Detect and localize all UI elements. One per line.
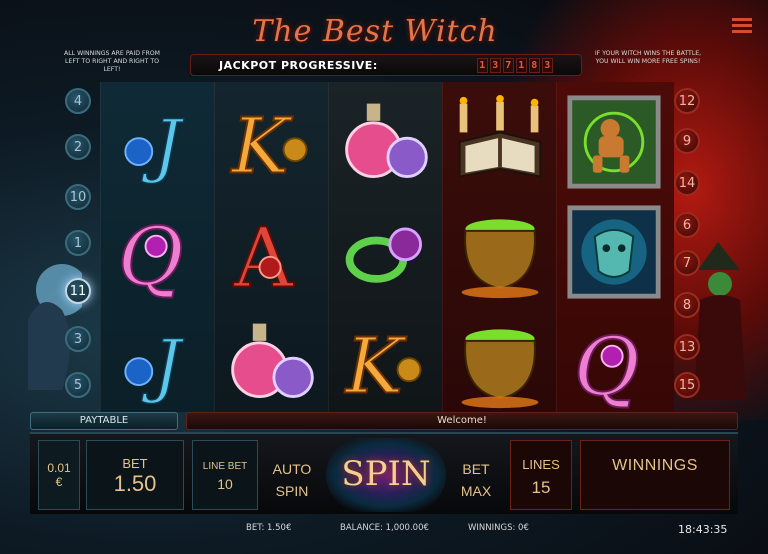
auto-spin-button[interactable]: AUTO SPIN: [266, 440, 318, 510]
rules-note-right: If your witch wins the battle, you will …: [594, 50, 702, 65]
reel-5: Q: [556, 82, 674, 412]
symbol-blue-j: J: [101, 307, 215, 417]
status-message: Welcome!: [186, 412, 738, 430]
payline-badge-right[interactable]: 15: [674, 372, 700, 398]
payline-badge-right[interactable]: 12: [674, 88, 700, 114]
line-bet-value: 10: [217, 476, 233, 492]
lines-label: LINES: [522, 457, 560, 472]
auto-spin-label-2: SPIN: [275, 483, 309, 499]
symbol-voodoo-doll: [557, 87, 671, 197]
spin-button[interactable]: SPIN: [326, 438, 446, 512]
game-title: The Best Witch: [252, 14, 498, 49]
payline-badge-left[interactable]: 5: [65, 372, 91, 398]
bet-display: BET 1.50: [86, 440, 184, 510]
reel-3: K: [328, 82, 446, 412]
jackpot-digit: 1: [477, 57, 488, 73]
bet-label: BET: [122, 456, 148, 471]
payline-badge-right[interactable]: 8: [674, 292, 700, 318]
line-bet-label: LINE BET: [202, 461, 248, 472]
payline-badge-right[interactable]: 13: [674, 334, 700, 360]
footer-winnings: WINNINGS: 0€: [468, 523, 529, 533]
symbol-blue-j: J: [101, 87, 215, 197]
payline-badge-left[interactable]: 10: [65, 184, 91, 210]
payline-badge-right[interactable]: 6: [674, 212, 700, 238]
jackpot-digit: 3: [542, 57, 553, 73]
winnings-label: WINNINGS: [612, 457, 698, 474]
winnings-display: WINNINGS: [580, 440, 730, 510]
payline-badge-left[interactable]: 1: [65, 230, 91, 256]
payline-badge-right[interactable]: 7: [674, 250, 700, 276]
payline-badge-left[interactable]: 11: [65, 278, 91, 304]
reel-area: J Q J K A: [100, 82, 674, 412]
lines-selector[interactable]: LINES 15: [510, 440, 572, 510]
symbol-gold-k: K: [215, 87, 329, 197]
svg-text:A: A: [233, 211, 295, 300]
jackpot-bar: JACKPOT PROGRESSIVE: 1 3 7 1 8 3: [190, 54, 582, 76]
jackpot-digit: 1: [516, 57, 527, 73]
symbol-magic-ring: [329, 197, 443, 307]
menu-icon[interactable]: [732, 18, 752, 34]
symbol-pink-q: Q: [557, 307, 671, 417]
coin-value-selector[interactable]: 0.01 €: [38, 440, 80, 510]
reel-2: K A: [214, 82, 332, 412]
jackpot-label: JACKPOT PROGRESSIVE:: [219, 58, 378, 72]
jackpot-digit: 8: [529, 57, 540, 73]
symbol-pink-q: Q: [101, 197, 215, 307]
payline-badge-left[interactable]: 4: [65, 88, 91, 114]
spin-label: SPIN: [341, 454, 431, 494]
bet-value: 1.50: [113, 471, 157, 496]
jackpot-digit: 3: [490, 57, 501, 73]
symbol-blue-mask: [557, 197, 671, 307]
symbol-potion-bottles: [215, 307, 329, 417]
coin-currency: €: [55, 475, 63, 489]
reel-1: J Q J: [100, 82, 218, 412]
jackpot-digit: 7: [503, 57, 514, 73]
payline-badge-right[interactable]: 9: [674, 128, 700, 154]
payline-badge-left[interactable]: 3: [65, 326, 91, 352]
bet-max-button[interactable]: BET MAX: [450, 440, 502, 510]
paytable-button[interactable]: PAYTABLE: [30, 412, 178, 430]
bet-max-label-1: BET: [462, 461, 490, 477]
symbol-bubbling-cauldron: [443, 197, 557, 307]
payline-badge-left[interactable]: 2: [65, 134, 91, 160]
footer-balance: BALANCE: 1,000.00€: [340, 523, 429, 533]
auto-spin-label-1: AUTO: [272, 461, 312, 477]
jackpot-counter: 1 3 7 1 8 3: [477, 57, 553, 73]
status-footer: BET: 1.50€ BALANCE: 1,000.00€ WINNINGS: …: [0, 518, 768, 540]
symbol-red-a: A: [215, 197, 329, 307]
symbol-gold-k: K: [329, 307, 443, 417]
payline-badge-right[interactable]: 14: [674, 170, 700, 196]
bet-max-label-2: MAX: [460, 483, 492, 499]
symbol-potion-bottles: [329, 87, 443, 197]
line-bet-selector[interactable]: LINE BET 10: [192, 440, 258, 510]
game-stage: The Best Witch All winnings are paid fro…: [0, 0, 768, 554]
symbol-spell-book-candles: [443, 87, 557, 197]
clock: 18:43:35: [678, 523, 728, 536]
coin-value: 0.01: [47, 461, 71, 475]
reel-4: [442, 82, 560, 412]
control-panel: 0.01 € BET 1.50 LINE BET 10 AUTO SPIN SP…: [30, 432, 738, 514]
footer-bet: BET: 1.50€: [246, 523, 292, 533]
rules-note-left: All winnings are paid from left to right…: [63, 50, 161, 73]
lines-value: 15: [531, 478, 551, 497]
info-bar: PAYTABLE Welcome!: [30, 412, 738, 430]
symbol-bubbling-cauldron: [443, 307, 557, 417]
